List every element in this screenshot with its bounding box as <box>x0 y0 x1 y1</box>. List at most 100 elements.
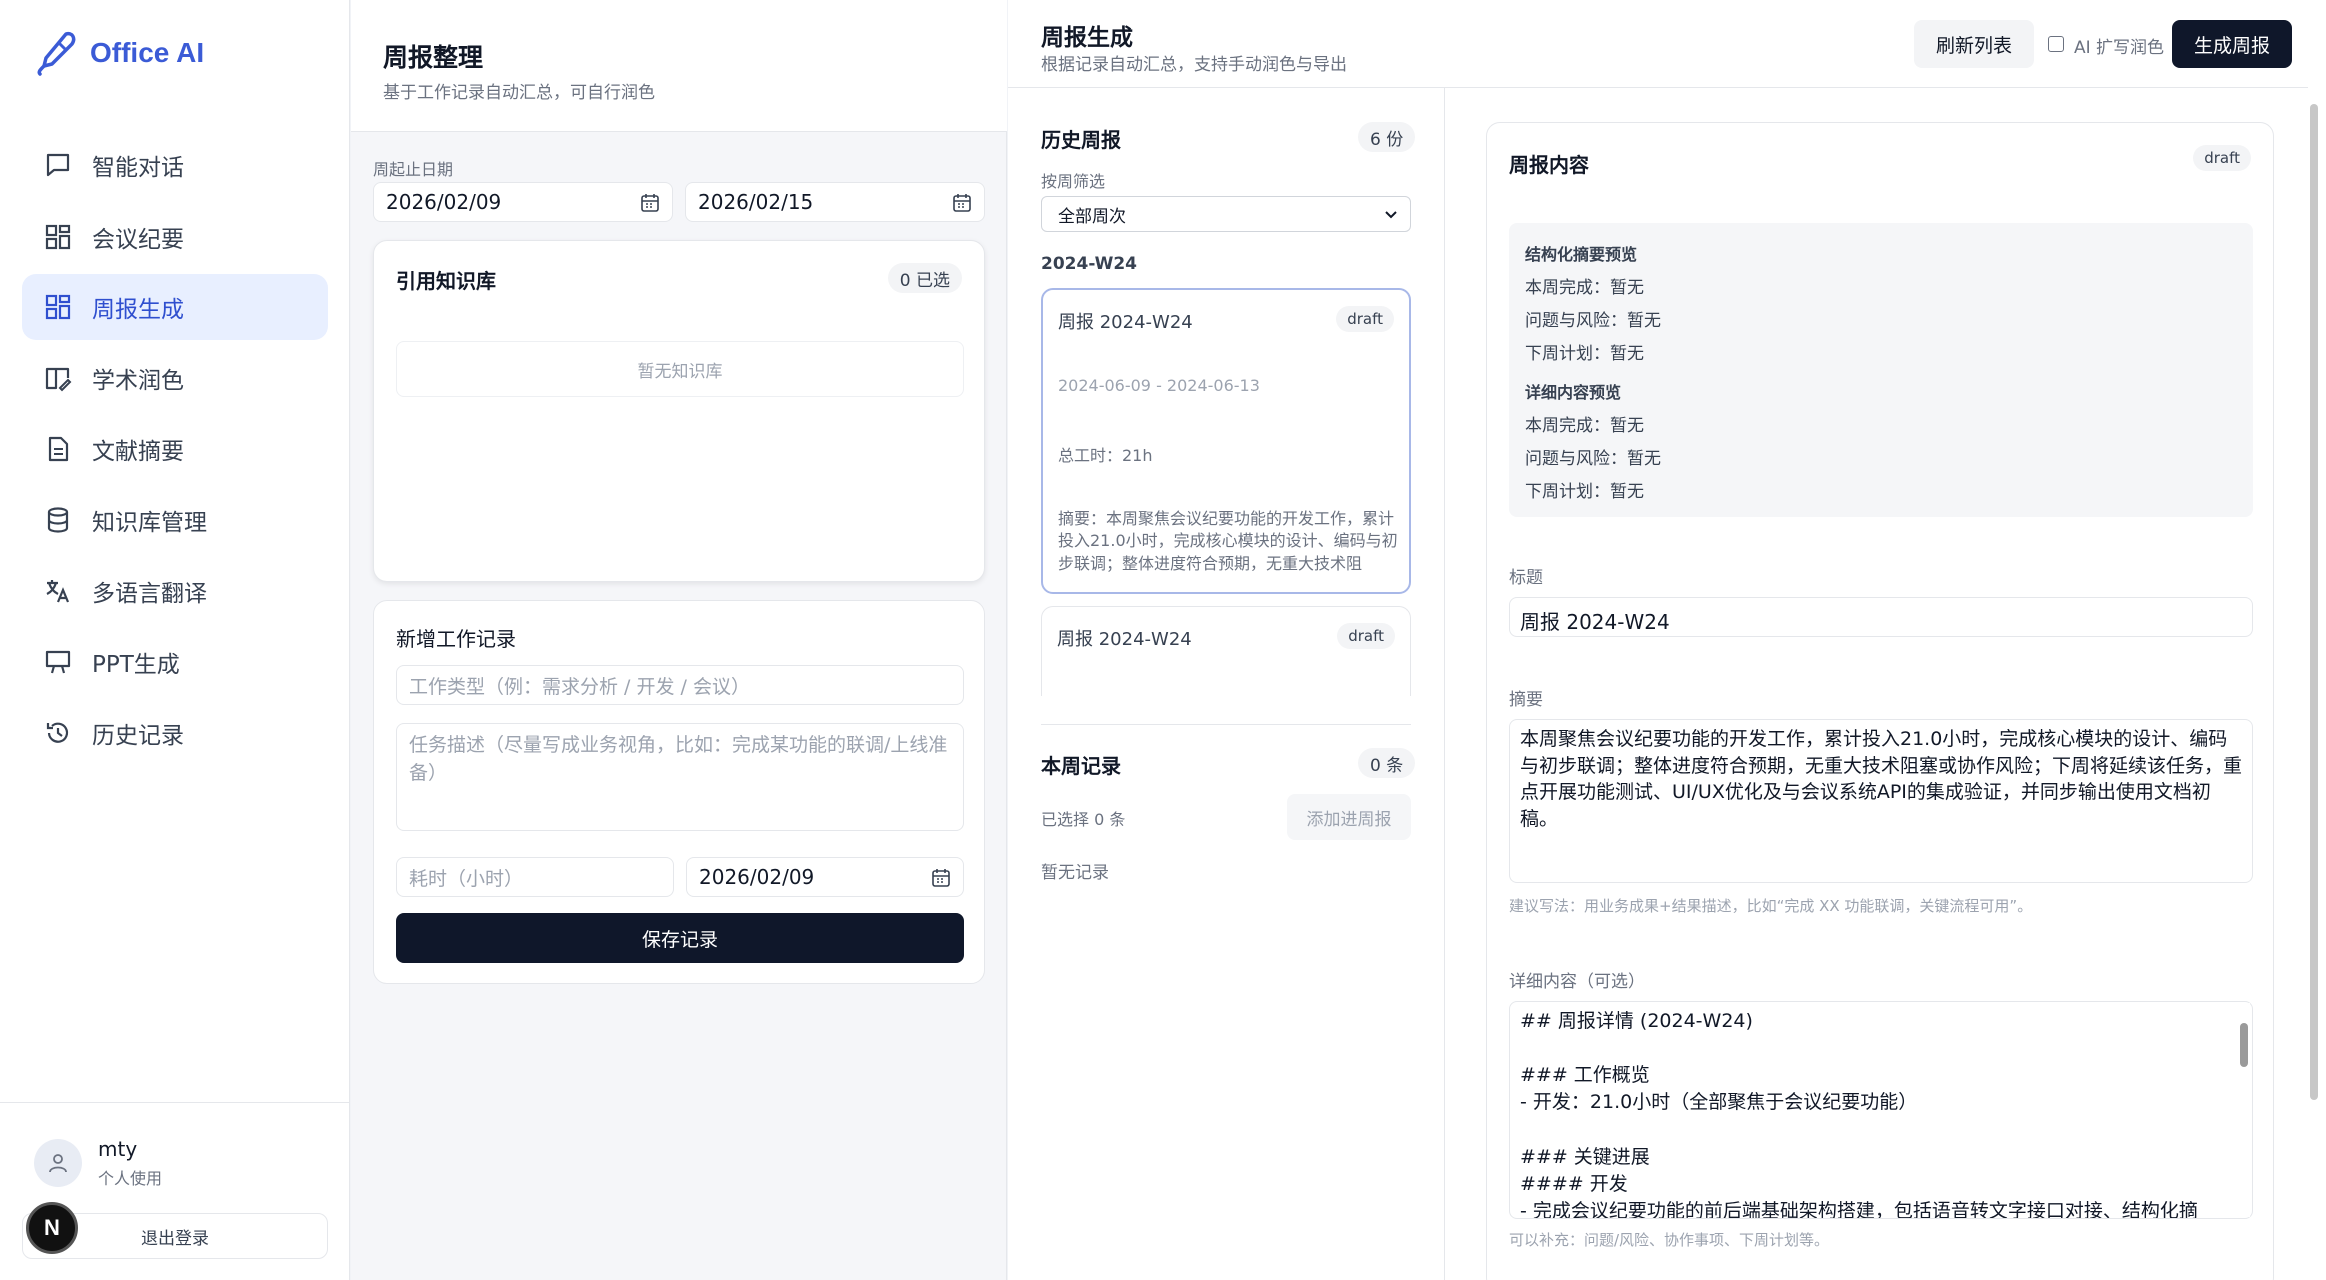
presentation-icon <box>45 650 71 674</box>
page-scrollbar-thumb[interactable] <box>2310 104 2318 1100</box>
nav-item-label: 学术润色 <box>92 368 184 394</box>
nav-item-weekly-report[interactable]: 周报生成 <box>22 274 328 340</box>
page-title: 周报整理 <box>383 43 484 72</box>
preview-line: 下周计划：暂无 <box>1525 482 1644 502</box>
week-group-label: 2024-W24 <box>1041 254 1138 274</box>
save-record-button[interactable]: 保存记录 <box>396 913 964 963</box>
nav-item-translate[interactable]: 多语言翻译 <box>22 558 328 624</box>
preview-line: 问题与风险：暂无 <box>1525 449 1661 469</box>
add-to-report-button[interactable]: 添加进周报 <box>1287 794 1411 840</box>
history-title: 历史周报 <box>1041 128 1121 152</box>
kb-title: 引用知识库 <box>396 269 496 293</box>
preview-line: 本周完成：暂无 <box>1525 416 1644 436</box>
status-badge: draft <box>2193 145 2251 171</box>
title-input[interactable]: 周报 2024-W24 <box>1509 597 2253 637</box>
calendar-icon[interactable] <box>640 193 660 213</box>
title-field-label: 标题 <box>1509 568 1543 588</box>
user-icon <box>49 1154 67 1173</box>
nav-item-knowledge-base[interactable]: 知识库管理 <box>22 487 328 553</box>
report-hours: 总工时：21h <box>1058 446 1153 465</box>
preview-line: 本周完成：暂无 <box>1525 278 1644 298</box>
history-icon <box>46 722 69 743</box>
detail-scrollbar[interactable] <box>2238 1003 2250 1217</box>
kb-selected-count: 0 已选 <box>887 263 962 293</box>
app-name: Office AI <box>90 37 205 68</box>
week-filter-value: 全部周次 <box>1058 206 1126 227</box>
kb-empty-state: 暂无知识库 <box>396 341 964 397</box>
grid-icon <box>45 294 71 320</box>
generate-subtitle: 根据记录自动汇总，支持手动润色与导出 <box>1041 55 1347 75</box>
nav-item-label: PPT生成 <box>92 652 180 678</box>
organize-panel: 周报整理 基于工作记录自动汇总，可自行润色 周起止日期 2026/02/09 2… <box>351 0 1007 1280</box>
record-date-value: 2026/02/09 <box>699 865 815 889</box>
history-column: 历史周报 6 份 按周筛选 全部周次 2024-W24 周报 2024-W24 … <box>1008 88 1445 1280</box>
organize-header: 周报整理 基于工作记录自动汇总，可自行润色 <box>351 0 1007 132</box>
nav-item-history[interactable]: 历史记录 <box>22 700 328 766</box>
nav-item-label: 多语言翻译 <box>92 581 207 607</box>
divider <box>1041 724 1411 725</box>
structured-preview: 结构化摘要预览 本周完成：暂无 问题与风险：暂无 下周计划：暂无 详细内容预览 … <box>1509 223 2253 517</box>
calendar-icon[interactable] <box>931 868 951 888</box>
nav-item-ppt[interactable]: PPT生成 <box>22 629 328 695</box>
app-logo[interactable]: Office AI <box>36 30 204 76</box>
hours-input[interactable]: 耗时（小时） <box>396 857 674 897</box>
records-title: 本周记录 <box>1041 754 1121 778</box>
status-badge: draft <box>1337 623 1395 649</box>
nav-item-chat[interactable]: 智能对话 <box>22 132 328 198</box>
avatar[interactable] <box>34 1139 82 1187</box>
preview-line: 下周计划：暂无 <box>1525 344 1644 364</box>
sidebar: Office AI 智能对话 会议纪要 周报生成 学术润色 文献摘要 知识库管理… <box>0 0 350 1280</box>
report-title: 周报 2024-W24 <box>1058 312 1193 333</box>
end-date-value: 2026/02/15 <box>698 190 814 214</box>
book-edit-icon <box>45 367 72 392</box>
user-name: mty <box>98 1137 138 1161</box>
nav-item-label: 周报生成 <box>92 297 184 323</box>
records-count: 0 条 <box>1358 748 1416 778</box>
report-card[interactable]: 周报 2024-W24 draft 2024-06-09 - 2024-06-1… <box>1041 288 1411 594</box>
nav-item-label: 文献摘要 <box>92 439 184 465</box>
report-card[interactable]: 周报 2024-W24 draft <box>1041 606 1411 696</box>
record-date-input[interactable]: 2026/02/09 <box>686 857 964 897</box>
ai-polish-label: AI 扩写润色 <box>2074 38 2165 58</box>
generate-panel: 周报生成 根据记录自动汇总，支持手动润色与导出 刷新列表 AI 扩写润色 生成周… <box>1008 0 2326 1280</box>
nav-item-academic[interactable]: 学术润色 <box>22 345 328 411</box>
refresh-list-button[interactable]: 刷新列表 <box>1914 20 2034 68</box>
history-count: 6 份 <box>1358 122 1416 152</box>
task-description-input[interactable]: 任务描述（尽量写成业务视角，比如：完成某功能的联调/上线准备） <box>396 723 964 831</box>
translate-icon <box>46 580 70 603</box>
nav-item-label: 知识库管理 <box>92 510 207 536</box>
summary-hint: 建议写法：用业务成果+结果描述，比如“完成 XX 功能联调，关键流程可用”。 <box>1509 897 2033 915</box>
nav-item-meeting[interactable]: 会议纪要 <box>22 204 328 270</box>
nav-item-literature[interactable]: 文献摘要 <box>22 416 328 482</box>
preview-line: 问题与风险：暂无 <box>1525 311 1661 331</box>
report-title: 周报 2024-W24 <box>1057 629 1192 650</box>
detail-textarea[interactable]: ## 周报详情 (2024-W24) ### 工作概览 - 开发：21.0小时（… <box>1509 1001 2253 1219</box>
records-selected: 已选择 0 条 <box>1041 810 1126 829</box>
structured-preview-title: 结构化摘要预览 <box>1525 245 1638 264</box>
summary-textarea[interactable]: 本周聚焦会议纪要功能的开发工作，累计投入21.0小时，完成核心模块的设计、编码与… <box>1509 719 2253 883</box>
new-record-card: 新增工作记录 工作类型（例：需求分析 / 开发 / 会议） 任务描述（尽量写成业… <box>373 600 985 984</box>
work-type-input[interactable]: 工作类型（例：需求分析 / 开发 / 会议） <box>396 665 964 705</box>
n-badge[interactable]: N <box>26 1202 78 1254</box>
generate-header: 周报生成 根据记录自动汇总，支持手动润色与导出 刷新列表 AI 扩写润色 生成周… <box>1008 0 2308 88</box>
report-summary: 摘要：本周聚焦会议纪要功能的开发工作，累计投入21.0小时，完成核心模块的设计、… <box>1058 509 1398 573</box>
week-filter-select[interactable]: 全部周次 <box>1041 196 1411 232</box>
ai-polish-checkbox[interactable] <box>2048 36 2064 52</box>
nav-item-label: 会议纪要 <box>92 227 184 253</box>
nav-item-label: 历史记录 <box>92 723 184 749</box>
detail-scrollbar-thumb[interactable] <box>2240 1023 2248 1067</box>
grid-icon <box>45 224 71 250</box>
calendar-icon[interactable] <box>952 193 972 213</box>
user-subtitle: 个人使用 <box>98 1169 163 1188</box>
generate-report-button[interactable]: 生成周报 <box>2172 20 2292 68</box>
start-date-value: 2026/02/09 <box>386 190 502 214</box>
generate-title: 周报生成 <box>1041 25 1133 51</box>
date-range-label: 周起止日期 <box>373 160 454 179</box>
new-record-title: 新增工作记录 <box>396 627 516 651</box>
summary-field-label: 摘要 <box>1509 690 1543 710</box>
chevron-down-icon <box>1385 211 1397 219</box>
content-title: 周报内容 <box>1509 153 1589 177</box>
start-date-input[interactable]: 2026/02/09 <box>373 182 673 222</box>
database-icon <box>47 507 69 533</box>
end-date-input[interactable]: 2026/02/15 <box>685 182 985 222</box>
